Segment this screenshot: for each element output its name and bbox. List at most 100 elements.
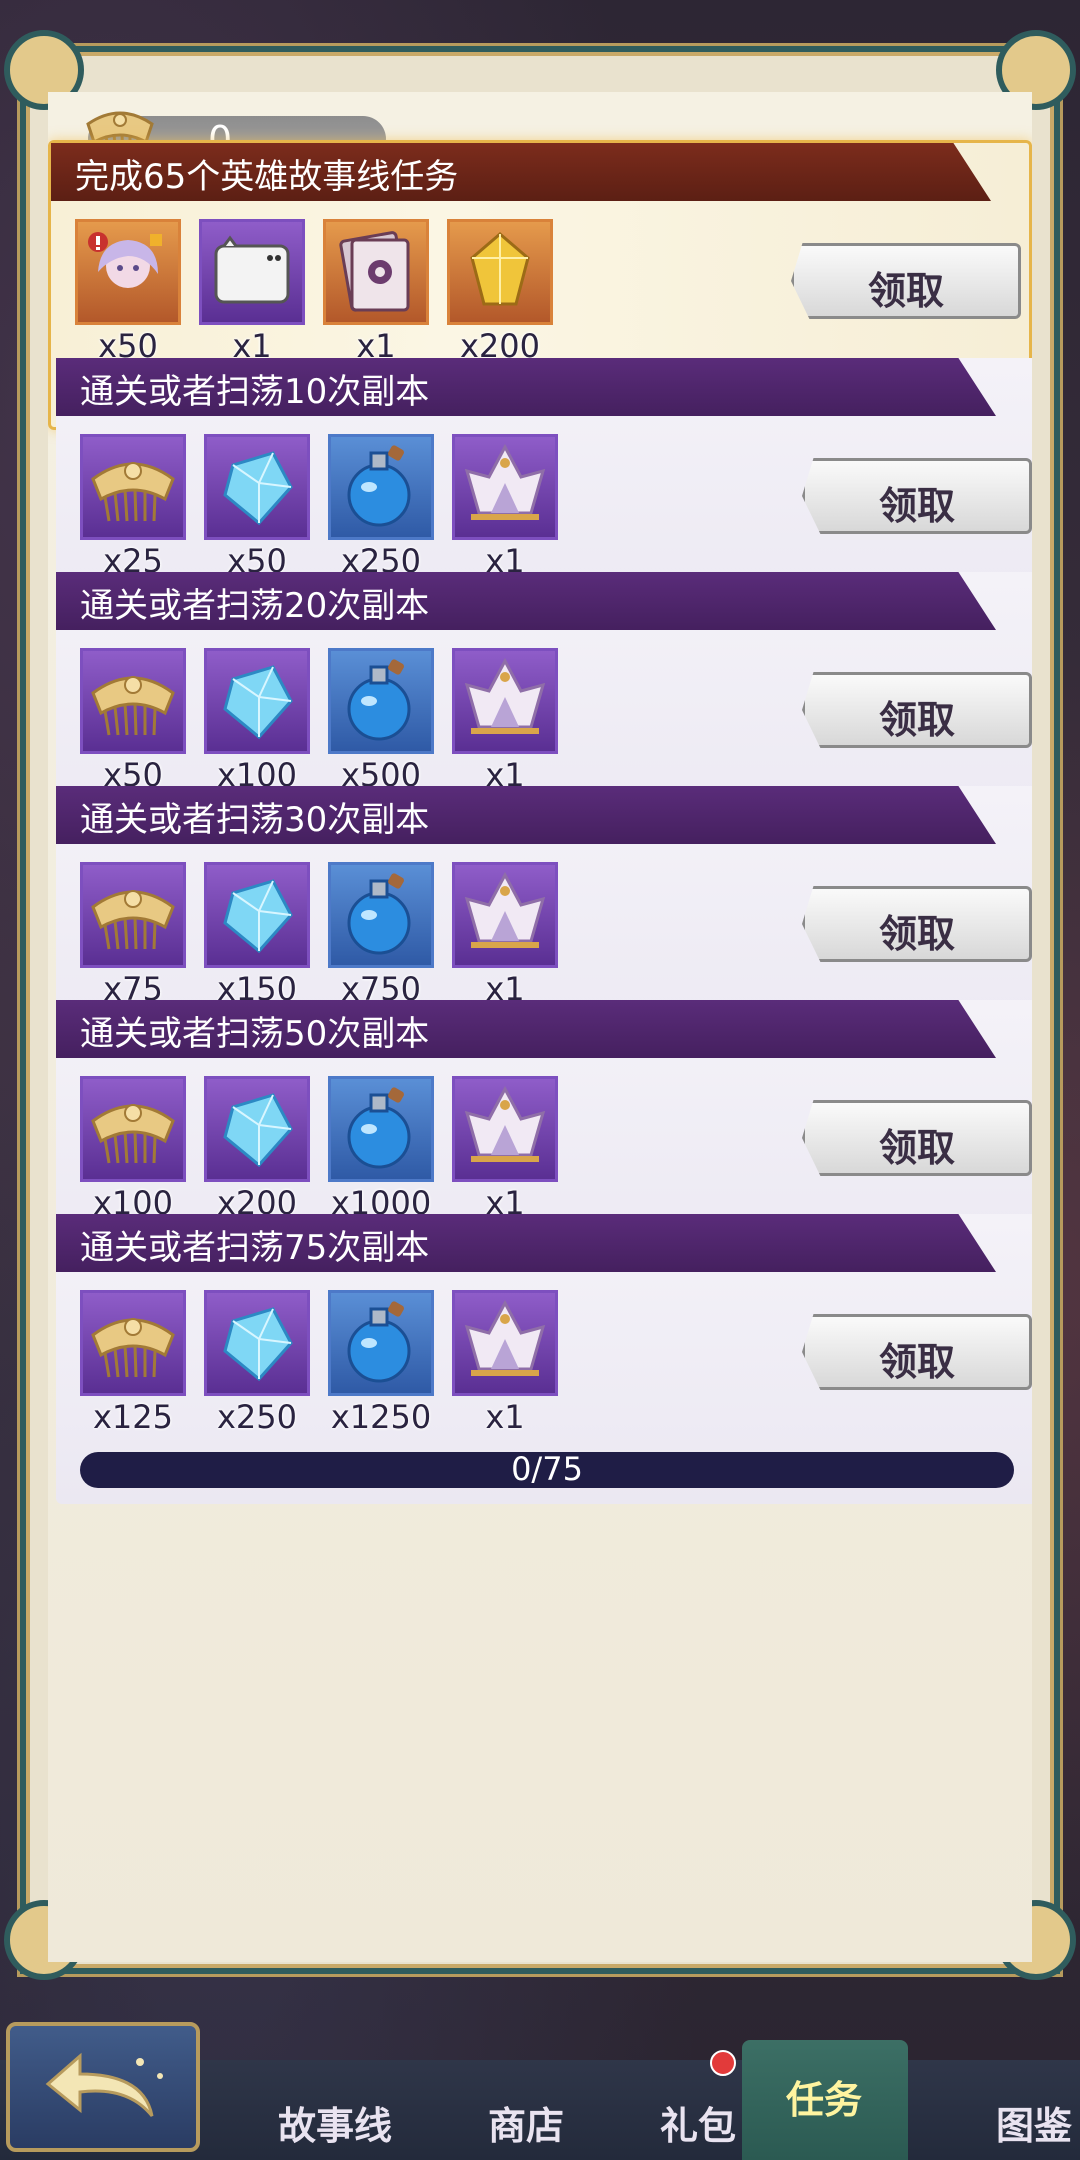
blue-gem-icon [223, 1093, 293, 1168]
reward-icon-box [204, 1076, 310, 1182]
task-title: 通关或者扫荡10次副本 [80, 372, 430, 412]
reward-item[interactable]: x25 [80, 434, 186, 580]
task-card: 通关或者扫荡75次副本 x125 x250 x1250 x1 0/75 领取 [56, 1214, 1032, 1504]
reward-item[interactable]: x50 [204, 434, 310, 580]
blue-potion-icon [347, 873, 411, 955]
reward-icon-box [204, 434, 310, 540]
reward-item[interactable]: x250 [204, 1290, 310, 1436]
reward-item[interactable]: x50 [80, 648, 186, 794]
reward-icon-box [204, 648, 310, 754]
reward-icon-box [328, 648, 434, 754]
reward-item[interactable]: x250 [328, 434, 434, 580]
reward-icon-box [452, 1290, 558, 1396]
hero-portrait-icon [88, 232, 162, 288]
reward-item[interactable]: x1 [323, 219, 429, 365]
blue-potion-icon [347, 1301, 411, 1383]
reward-item[interactable]: x1 [452, 1290, 558, 1436]
reward-list: x25 x50 x250 x1 [80, 434, 558, 580]
reward-icon-box [204, 1290, 310, 1396]
reward-icon-box [323, 219, 429, 325]
reward-item[interactable]: x1 [452, 862, 558, 1008]
reward-list: x100 x200 x1000 x1 [80, 1076, 558, 1222]
claim-button-label: 领取 [878, 911, 955, 956]
blue-gem-icon [223, 1307, 293, 1382]
reward-icon-box [80, 434, 186, 540]
reward-icon-box [452, 862, 558, 968]
reward-quantity: x1250 [330, 1398, 432, 1436]
reward-item[interactable]: x150 [204, 862, 310, 1008]
reward-quantity: x125 [92, 1398, 173, 1436]
reward-item[interactable]: x200 [447, 219, 553, 365]
reward-item[interactable]: x1250 [328, 1290, 434, 1436]
reward-icon-box [204, 862, 310, 968]
reward-icon-box [328, 1290, 434, 1396]
reward-item[interactable]: x125 [80, 1290, 186, 1436]
chat-card-icon [214, 235, 290, 304]
blue-gem-icon [223, 451, 293, 526]
reward-icon-box [199, 219, 305, 325]
reward-icon-box [80, 648, 186, 754]
crown-emblem-icon [464, 443, 546, 520]
reward-icon-box [452, 434, 558, 540]
tarot-cards-icon [339, 231, 410, 312]
reward-item[interactable]: x1 [452, 1076, 558, 1222]
task-title: 完成65个英雄故事线任务 [75, 157, 459, 197]
tab-gift-pack[interactable]: 礼包 [660, 2095, 736, 2150]
crown-emblem-icon [464, 1085, 546, 1162]
notification-dot [710, 2050, 736, 2076]
reward-icon-box [447, 219, 553, 325]
claim-button[interactable]: 领取 [791, 243, 1021, 319]
blue-potion-icon [347, 445, 411, 527]
reward-list: x75 x150 x750 x1 [80, 862, 558, 1008]
reward-item[interactable]: x50 [75, 219, 181, 365]
tab-storyline[interactable]: 故事线 [278, 2095, 392, 2150]
comb-icon [91, 676, 175, 736]
comb-icon [91, 1318, 175, 1378]
claim-button[interactable]: 领取 [802, 1314, 1032, 1390]
tab-tasks[interactable]: 任务 [786, 2069, 862, 2124]
task-panel: 0 完成65个英雄故事线任务 x50 x1 x1 [48, 92, 1032, 1962]
comb-icon [91, 1104, 175, 1164]
claim-button-label: 领取 [878, 1339, 955, 1384]
task-title: 通关或者扫荡30次副本 [80, 800, 430, 840]
crown-emblem-icon [464, 1299, 546, 1376]
reward-icon-box [452, 648, 558, 754]
reward-item[interactable]: x200 [204, 1076, 310, 1222]
reward-quantity: x1 [485, 1398, 525, 1436]
reward-list: x50 x100 x500 x1 [80, 648, 558, 794]
claim-button[interactable]: 领取 [802, 886, 1032, 962]
blue-potion-icon [347, 659, 411, 741]
blue-potion-icon [347, 1087, 411, 1169]
back-arrow-icon [45, 2052, 163, 2117]
claim-button[interactable]: 领取 [802, 672, 1032, 748]
reward-icon-box [80, 1076, 186, 1182]
claim-button-label: 领取 [878, 697, 955, 742]
task-title: 通关或者扫荡50次副本 [80, 1014, 430, 1054]
claim-button-label: 领取 [867, 268, 944, 313]
reward-item[interactable]: x1 [452, 434, 558, 580]
tab-codex[interactable]: 图鉴 [996, 2095, 1072, 2150]
task-title: 通关或者扫荡20次副本 [80, 586, 430, 626]
reward-item[interactable]: x500 [328, 648, 434, 794]
reward-item[interactable]: x750 [328, 862, 434, 1008]
reward-item[interactable]: x1 [199, 219, 305, 365]
reward-icon-box [328, 1076, 434, 1182]
reward-item[interactable]: x100 [80, 1076, 186, 1222]
comb-icon [91, 462, 175, 522]
reward-item[interactable]: x1 [452, 648, 558, 794]
tab-shop[interactable]: 商店 [488, 2095, 564, 2150]
reward-icon-box [328, 862, 434, 968]
reward-item[interactable]: x75 [80, 862, 186, 1008]
progress-bar: 0/75 [80, 1450, 1014, 1488]
claim-button-label: 领取 [878, 483, 955, 528]
blue-gem-icon [223, 665, 293, 740]
claim-button[interactable]: 领取 [802, 458, 1032, 534]
back-button[interactable] [6, 2022, 200, 2152]
reward-icon-box [80, 862, 186, 968]
reward-item[interactable]: x100 [204, 648, 310, 794]
progress-text: 0/75 [511, 1450, 583, 1488]
task-title: 通关或者扫荡75次副本 [80, 1228, 430, 1268]
crown-emblem-icon [464, 657, 546, 734]
reward-item[interactable]: x1000 [328, 1076, 434, 1222]
claim-button[interactable]: 领取 [802, 1100, 1032, 1176]
